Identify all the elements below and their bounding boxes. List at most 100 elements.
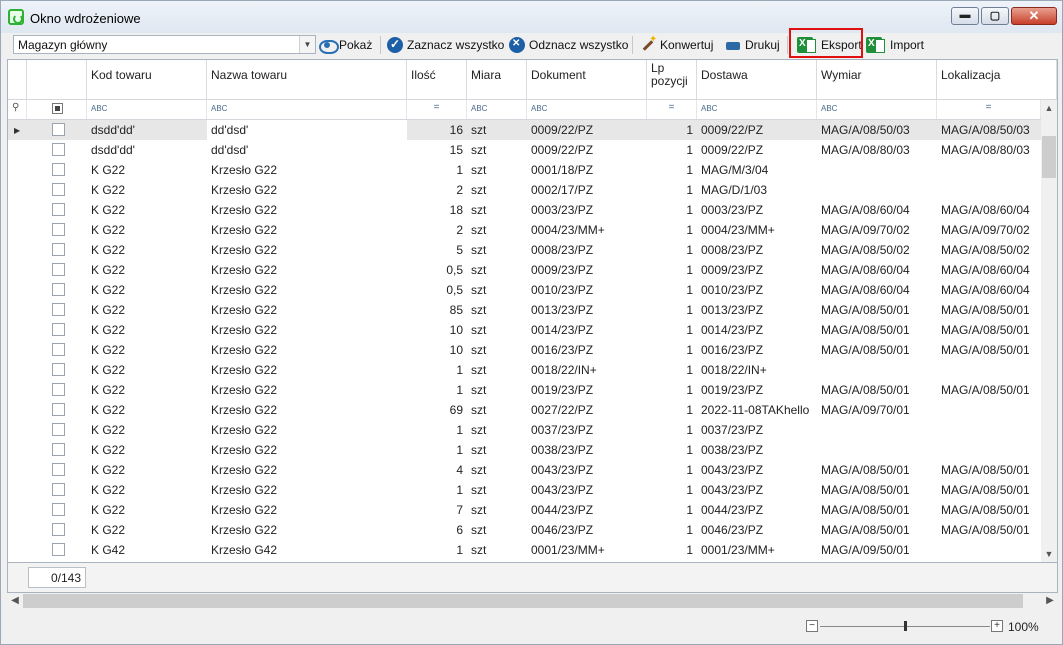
cell-name[interactable]: dd'dsd' <box>207 120 407 140</box>
table-row[interactable]: K G22 Krzesło G22 1 szt 0019/23/PZ 1 0019/23/P… <box>8 380 1041 400</box>
filter-name[interactable]: ABC <box>207 100 407 119</box>
cell-dimension[interactable]: MAG/A/08/80/03 <box>817 140 937 160</box>
cell-dimension[interactable]: MAG/A/08/50/01 <box>817 320 937 340</box>
cell-lp[interactable]: 1 <box>647 480 697 500</box>
cell-code[interactable]: dsdd'dd' <box>87 120 207 140</box>
cell-location[interactable]: MAG/A/08/50/01 <box>937 340 1041 360</box>
cell-unit[interactable]: szt <box>467 160 527 180</box>
warehouse-select[interactable]: Magazyn główny ▼ <box>13 35 316 54</box>
cell-unit[interactable]: szt <box>467 520 527 540</box>
cell-name[interactable]: Krzesło G22 <box>207 360 407 380</box>
cell-lp[interactable]: 1 <box>647 300 697 320</box>
print-button[interactable]: Drukuj <box>725 35 780 55</box>
row-checkbox[interactable] <box>52 163 65 176</box>
cell-location[interactable] <box>937 440 1041 460</box>
row-checkbox[interactable] <box>52 323 65 336</box>
row-checkbox[interactable] <box>52 183 65 196</box>
cell-dimension[interactable]: MAG/A/09/70/02 <box>817 220 937 240</box>
table-row[interactable]: K G22 Krzesło G22 85 szt 0013/23/PZ 1 0013/23/… <box>8 300 1041 320</box>
cell-doc[interactable]: 0043/23/PZ <box>527 460 647 480</box>
cell-unit[interactable]: szt <box>467 400 527 420</box>
cell-qty[interactable]: 0,5 <box>407 280 467 300</box>
cell-dimension[interactable]: MAG/A/08/60/04 <box>817 260 937 280</box>
table-row[interactable]: K G22 Krzesło G22 2 szt 0004/23/MM+ 1 0004/23/… <box>8 220 1041 240</box>
cell-qty[interactable]: 4 <box>407 460 467 480</box>
cell-name[interactable]: dd'dsd' <box>207 140 407 160</box>
cell-code[interactable]: K G42 <box>87 540 207 560</box>
cell-delivery[interactable]: 0008/23/PZ <box>697 240 817 260</box>
cell-delivery[interactable]: 0044/23/PZ <box>697 500 817 520</box>
minimize-button[interactable]: ▬ <box>951 7 979 25</box>
cell-doc[interactable]: 0016/23/PZ <box>527 340 647 360</box>
cell-unit[interactable]: szt <box>467 380 527 400</box>
cell-delivery[interactable]: 0019/23/PZ <box>697 380 817 400</box>
filter-location[interactable]: = <box>937 100 1041 119</box>
cell-doc[interactable]: 0003/23/PZ <box>527 200 647 220</box>
cell-name[interactable]: Krzesło G22 <box>207 220 407 240</box>
cell-name[interactable]: Krzesło G42 <box>207 540 407 560</box>
cell-qty[interactable]: 5 <box>407 240 467 260</box>
cell-doc[interactable]: 0027/22/PZ <box>527 400 647 420</box>
cell-code[interactable]: K G22 <box>87 300 207 320</box>
select-all-button[interactable]: Zaznacz wszystko <box>387 35 504 55</box>
cell-doc[interactable]: 0002/17/PZ <box>527 180 647 200</box>
cell-unit[interactable]: szt <box>467 360 527 380</box>
row-checkbox[interactable] <box>52 283 65 296</box>
cell-delivery[interactable]: MAG/M/3/04 <box>697 160 817 180</box>
table-row[interactable]: ▶ dsdd'dd' dd'dsd' 16 szt 0009/22/PZ 1 0009/22/… <box>8 120 1041 140</box>
cell-doc[interactable]: 0044/23/PZ <box>527 500 647 520</box>
cell-qty[interactable]: 1 <box>407 480 467 500</box>
row-checkbox[interactable] <box>52 463 65 476</box>
cell-code[interactable]: K G22 <box>87 180 207 200</box>
import-button[interactable]: Import <box>866 35 924 55</box>
cell-unit[interactable]: szt <box>467 220 527 240</box>
cell-location[interactable]: MAG/A/08/50/02 <box>937 240 1041 260</box>
cell-dimension[interactable]: MAG/A/08/50/01 <box>817 340 937 360</box>
cell-doc[interactable]: 0038/23/PZ <box>527 440 647 460</box>
scroll-down-icon[interactable]: ▼ <box>1041 546 1057 562</box>
cell-lp[interactable]: 1 <box>647 460 697 480</box>
cell-location[interactable] <box>937 180 1041 200</box>
cell-dimension[interactable]: MAG/A/08/50/01 <box>817 480 937 500</box>
table-row[interactable]: K G22 Krzesło G22 1 szt 0043/23/PZ 1 0043/23/P… <box>8 480 1041 500</box>
row-checkbox[interactable] <box>52 143 65 156</box>
row-checkbox[interactable] <box>52 303 65 316</box>
cell-unit[interactable]: szt <box>467 200 527 220</box>
cell-delivery[interactable]: 0010/23/PZ <box>697 280 817 300</box>
cell-location[interactable] <box>937 360 1041 380</box>
cell-delivery[interactable]: 0016/23/PZ <box>697 340 817 360</box>
scroll-left-icon[interactable]: ◀ <box>7 593 23 609</box>
cell-delivery[interactable]: 0037/23/PZ <box>697 420 817 440</box>
cell-unit[interactable]: szt <box>467 180 527 200</box>
close-button[interactable]: ✕ <box>1011 7 1057 25</box>
cell-code[interactable]: dsdd'dd' <box>87 140 207 160</box>
cell-unit[interactable]: szt <box>467 320 527 340</box>
cell-name[interactable]: Krzesło G22 <box>207 480 407 500</box>
cell-code[interactable]: K G22 <box>87 320 207 340</box>
row-checkbox[interactable] <box>52 523 65 536</box>
vertical-scroll-thumb[interactable] <box>1042 136 1056 178</box>
cell-doc[interactable]: 0018/22/IN+ <box>527 360 647 380</box>
scroll-up-icon[interactable]: ▲ <box>1041 100 1057 116</box>
cell-lp[interactable]: 1 <box>647 420 697 440</box>
cell-location[interactable]: MAG/A/08/50/01 <box>937 380 1041 400</box>
cell-qty[interactable]: 10 <box>407 340 467 360</box>
cell-doc[interactable]: 0009/23/PZ <box>527 260 647 280</box>
cell-location[interactable]: MAG/A/08/50/01 <box>937 520 1041 540</box>
cell-doc[interactable]: 0004/23/MM+ <box>527 220 647 240</box>
cell-dimension[interactable]: MAG/A/08/50/01 <box>817 380 937 400</box>
cell-delivery[interactable]: 0009/22/PZ <box>697 120 817 140</box>
cell-qty[interactable]: 1 <box>407 420 467 440</box>
cell-name[interactable]: Krzesło G22 <box>207 460 407 480</box>
cell-delivery[interactable]: 0009/23/PZ <box>697 260 817 280</box>
cell-unit[interactable]: szt <box>467 260 527 280</box>
cell-code[interactable]: K G22 <box>87 220 207 240</box>
cell-qty[interactable]: 69 <box>407 400 467 420</box>
row-checkbox[interactable] <box>52 243 65 256</box>
cell-location[interactable]: MAG/A/08/50/01 <box>937 300 1041 320</box>
cell-doc[interactable]: 0008/23/PZ <box>527 240 647 260</box>
cell-lp[interactable]: 1 <box>647 240 697 260</box>
table-row[interactable]: K G22 Krzesło G22 7 szt 0044/23/PZ 1 0044/23/P… <box>8 500 1041 520</box>
row-checkbox[interactable] <box>52 203 65 216</box>
cell-lp[interactable]: 1 <box>647 140 697 160</box>
